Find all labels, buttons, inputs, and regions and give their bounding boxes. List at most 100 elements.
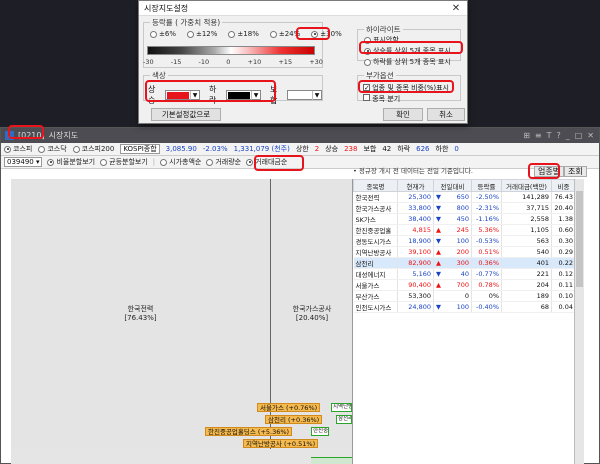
- col-amount[interactable]: 거래대금(백만): [501, 179, 552, 192]
- mini-tile-heating[interactable]: 지역난방: [331, 403, 352, 412]
- cell-amount: 1,105: [501, 224, 552, 236]
- market-kosdaq[interactable]: 코스닥: [38, 144, 67, 154]
- maximize-icon[interactable]: □: [575, 131, 583, 140]
- flat-label: 보합: [363, 145, 377, 153]
- close-icon[interactable]: ✕: [587, 131, 594, 140]
- default-settings-button[interactable]: 기본설정값으로: [151, 108, 221, 121]
- col-name[interactable]: 종목명: [353, 179, 398, 192]
- table-row[interactable]: 삼천리 82,900 ▲ 300 0.36% 401 0.22: [353, 257, 576, 269]
- scrollbar-thumb[interactable]: [576, 191, 583, 287]
- window-controls: ⊞ ≡ T ? _ □ ✕: [523, 131, 599, 140]
- cell-name: 대성에너지: [353, 268, 398, 280]
- cell-rate: 0.78%: [471, 279, 502, 291]
- market-map-window: 1 [0210] 시장지도 ⊞ ≡ T ? _ □ ✕ 코스피 코스닥 코스피2…: [0, 125, 600, 464]
- treemap-tile-kepco[interactable]: 한국전력 [76.43%]: [11, 179, 271, 449]
- index-change: -2.03%: [202, 145, 228, 153]
- cell-amount: 189: [501, 290, 552, 302]
- cell-rate: 0.51%: [471, 246, 502, 258]
- ok-button[interactable]: 확인: [383, 108, 423, 121]
- highlight-option-top-down[interactable]: 하락률 상위 5개 종목 표시: [364, 57, 451, 67]
- cell-change: ▼ 800: [433, 202, 472, 214]
- arrow-up-icon: ▲: [436, 259, 441, 267]
- query-button[interactable]: 조회: [564, 166, 587, 177]
- rate-option-12[interactable]: ±12%: [186, 30, 217, 38]
- sector-code-combo[interactable]: 039490 ▾: [4, 157, 43, 167]
- cell-rate: 0%: [471, 290, 502, 302]
- help-icon[interactable]: ?: [556, 131, 560, 140]
- table-row[interactable]: 한진중공업홀 4,815 ▲ 245 5.36% 1,105 0.60: [353, 224, 576, 236]
- highlight-rate-30: [296, 27, 330, 40]
- cell-change: ▼ 40: [433, 268, 472, 280]
- app-titlebar: 1 [0210] 시장지도 ⊞ ≡ T ? _ □ ✕: [1, 128, 599, 143]
- table-row[interactable]: 지역난방공사 39,100 ▲ 200 0.51% 540 0.29: [353, 246, 576, 258]
- lower-limit-count: 0: [454, 145, 459, 153]
- minimize-icon[interactable]: _: [566, 131, 570, 140]
- index-name: KOSPI종합: [120, 144, 160, 154]
- col-price[interactable]: 현재가: [397, 179, 434, 192]
- upper-limit-label: 상한: [295, 145, 309, 153]
- view-equal-split[interactable]: 균등분할보기: [100, 157, 148, 167]
- cancel-button[interactable]: 취소: [427, 108, 465, 121]
- market-kospi[interactable]: 코스피: [4, 144, 32, 154]
- col-rate[interactable]: 등락률: [471, 179, 502, 192]
- cell-weight: 0.11: [551, 279, 576, 291]
- cell-change: ▼ 100: [433, 235, 472, 247]
- tooltip-hanjin: 한진중공업홀딩스 (+5.36%): [205, 427, 293, 436]
- table-row[interactable]: 부산가스 53,300 0 0% 189 0.10: [353, 290, 576, 302]
- cell-price: 39,100: [397, 246, 434, 258]
- market-kospi200[interactable]: 코스피200: [72, 144, 114, 154]
- table-row[interactable]: 대성에너지 5,160 ▼ 40 -0.77% 221 0.12: [353, 268, 576, 280]
- cell-change: ▲ 300: [433, 257, 472, 269]
- arrow-up-icon: ▲: [436, 281, 441, 289]
- rate-option-6[interactable]: ±6%: [150, 30, 176, 38]
- table-row[interactable]: 한국가스공사 33,800 ▼ 800 -2.31% 37,715 20.40: [353, 202, 576, 214]
- arrow-down-icon: ▼: [436, 215, 441, 223]
- sort-volume[interactable]: 거래량순: [206, 157, 241, 167]
- table-row[interactable]: 한국전력 25,300 ▼ 650 -2.50% 141,289 76.43: [353, 191, 576, 203]
- cell-weight: 0.29: [551, 246, 576, 258]
- table-scrollbar[interactable]: [574, 179, 584, 464]
- cell-rate: -0.77%: [471, 268, 502, 280]
- mini-tile-hanjin[interactable]: 한진중: [311, 427, 329, 436]
- close-icon[interactable]: ✕: [445, 3, 467, 14]
- menu-icon[interactable]: ≡: [535, 131, 542, 140]
- tile-name: 한국전력: [127, 305, 154, 313]
- arrow-down-icon: ▼: [436, 237, 441, 245]
- table-row[interactable]: 서울가스 90,400 ▲ 700 0.78% 204 0.11: [353, 279, 576, 291]
- cell-name: 한국전력: [353, 191, 398, 203]
- cell-rate: 5.36%: [471, 224, 502, 236]
- cell-name: 지역난방공사: [353, 246, 398, 258]
- cell-price: 90,400: [397, 279, 434, 291]
- sort-market-cap[interactable]: 시가총액순: [160, 157, 201, 167]
- highlight-trade-amount: [254, 155, 304, 171]
- text-icon[interactable]: T: [547, 131, 552, 140]
- table-row[interactable]: SK가스 38,400 ▼ 450 -1.16% 2,558 1.38: [353, 213, 576, 225]
- cell-change: ▼ 100: [433, 301, 472, 313]
- rate-option-18[interactable]: ±18%: [228, 30, 259, 38]
- tooltip-seoul-gas: 서울가스 (+0.76%): [257, 403, 321, 412]
- col-weight[interactable]: 비중: [551, 179, 576, 192]
- arrow-down-icon: ▼: [436, 193, 441, 201]
- cell-amount: 563: [501, 235, 552, 247]
- cell-name: 서울가스: [353, 279, 398, 291]
- flat-color-swatch: [289, 91, 311, 99]
- highlight-screen-number: [8, 125, 44, 139]
- extra-option-2[interactable]: 종목 분기: [363, 94, 449, 104]
- table-row[interactable]: 인천도시가스 24,800 ▼ 100 -0.40% 68 0.04: [353, 301, 576, 313]
- cell-name: 부산가스: [353, 290, 398, 302]
- cell-price: 5,160: [397, 268, 434, 280]
- cell-rate: -2.50%: [471, 191, 502, 203]
- col-change[interactable]: 전일대비: [433, 179, 472, 192]
- cell-weight: 20.40: [551, 202, 576, 214]
- flat-color-combo[interactable]: ▼: [287, 90, 322, 100]
- layout-icon[interactable]: ⊞: [523, 131, 530, 140]
- flat-count: 42: [382, 145, 392, 153]
- rise-count: 238: [344, 145, 358, 153]
- view-ratio-split[interactable]: 비율분할보기: [47, 157, 95, 167]
- tile-weight: [76.43%]: [124, 314, 157, 322]
- table-row[interactable]: 경동도시가스 18,900 ▼ 100 -0.53% 563 0.30: [353, 235, 576, 247]
- mini-tile-samchully[interactable]: 삼천리: [336, 415, 352, 424]
- color-scale-ticks: -30 -15 -10 0 +10 +15 +30: [143, 58, 323, 66]
- treemap-small-tiles: [311, 457, 352, 464]
- cell-weight: 0.04: [551, 301, 576, 313]
